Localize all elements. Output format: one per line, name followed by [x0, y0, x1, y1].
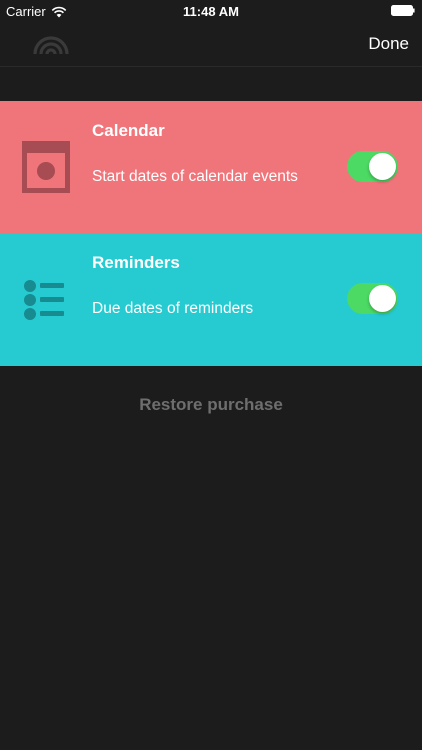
reminders-toggle[interactable] — [347, 283, 398, 314]
calendar-row: Calendar Start dates of calendar events — [0, 101, 422, 234]
calendar-toggle[interactable] — [347, 151, 398, 182]
toggle-knob — [369, 285, 396, 312]
status-time: 11:48 AM — [183, 4, 239, 19]
reminders-subtitle: Due dates of reminders — [92, 300, 254, 317]
calendar-subtitle: Start dates of calendar events — [92, 168, 298, 185]
calendar-icon — [22, 141, 70, 193]
screen: Carrier 11:48 AM Done Calendar Start dat… — [0, 0, 422, 750]
restore-purchase-button[interactable]: Restore purchase — [0, 395, 422, 415]
logo-icon — [33, 36, 69, 54]
list-icon — [24, 280, 64, 320]
reminders-row: Reminders Due dates of reminders — [0, 233, 422, 366]
battery-icon — [391, 5, 415, 16]
toggle-knob — [369, 153, 396, 180]
nav-bar: Done — [0, 22, 422, 67]
status-bar: Carrier 11:48 AM — [0, 0, 422, 22]
reminders-title: Reminders — [92, 253, 180, 272]
calendar-title: Calendar — [92, 121, 165, 140]
done-button[interactable]: Done — [368, 34, 409, 54]
